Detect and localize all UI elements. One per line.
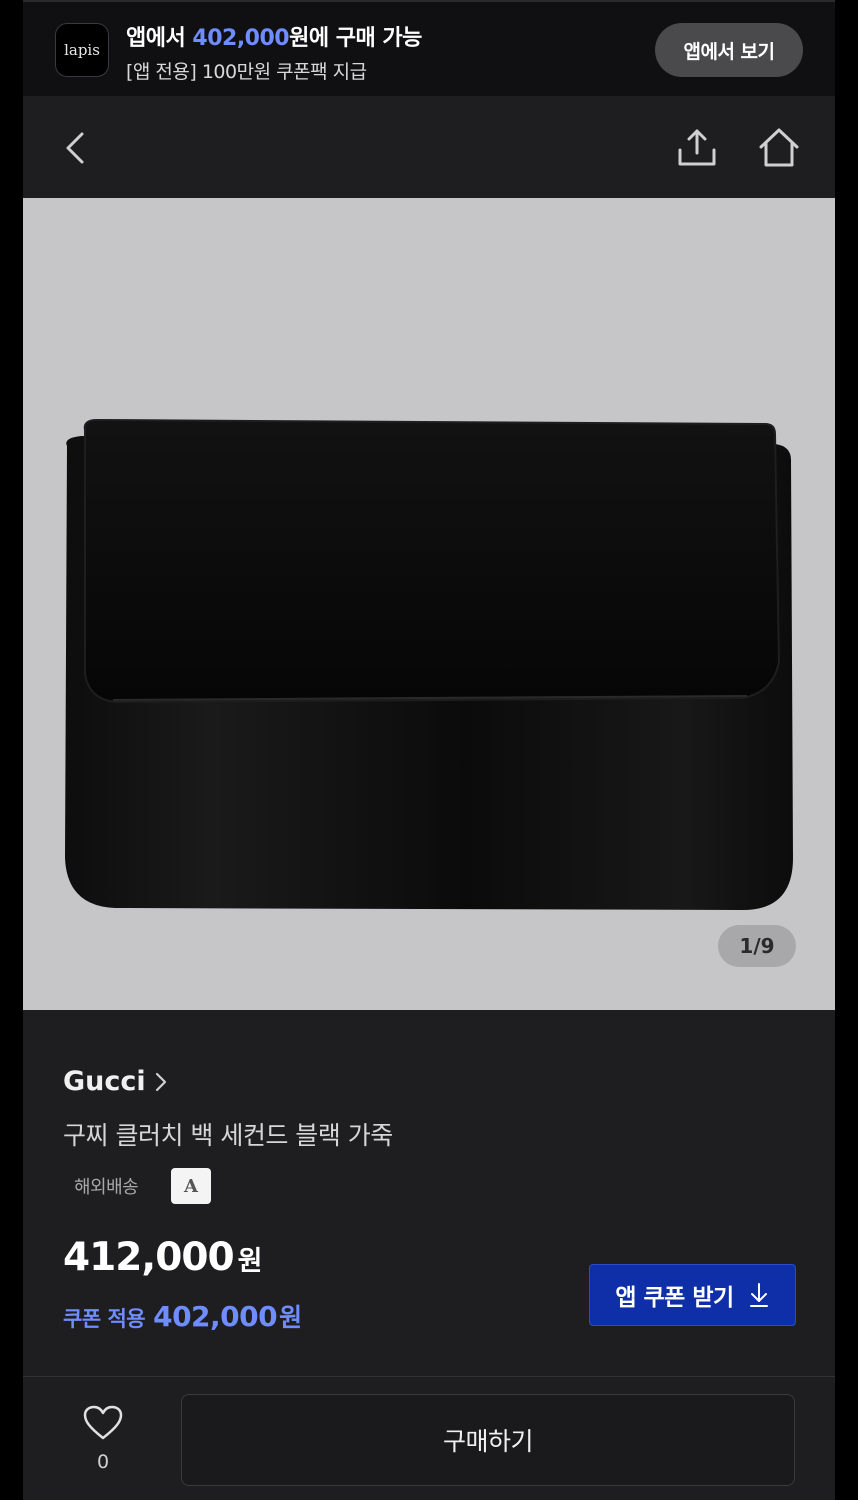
banner-title-price: 402,000 [192,26,290,51]
bottom-action-bar: 0 구매하기 [23,1376,835,1500]
shipping-type-label: 해외배송 [74,1177,139,1198]
heart-icon [83,1405,123,1440]
share-icon[interactable] [675,126,719,170]
like-count: 0 [96,1451,110,1473]
banner-subtitle: [앱 전용] 100만원 쿠폰팩 지급 [126,61,367,83]
price-unit: 원 [237,1246,263,1277]
coupon-price-unit: 원 [279,1303,302,1332]
open-in-app-button[interactable]: 앱에서 보기 [655,23,803,77]
home-icon[interactable] [757,126,801,170]
brand-link[interactable]: Gucci [63,1066,170,1097]
coupon-label: 쿠폰 적용 [63,1307,146,1331]
coupon-button-label: 앱 쿠폰 받기 [615,1285,734,1311]
buy-button[interactable]: 구매하기 [181,1394,795,1486]
chevron-right-icon [155,1072,166,1091]
coupon-price: 쿠폰 적용 402,000 원 [63,1298,302,1334]
download-icon [749,1283,768,1307]
app-frame: lapis 앱에서 402,000원에 구매 가능 [앱 전용] 100만원 쿠… [23,0,835,1500]
app-promo-banner[interactable]: lapis 앱에서 402,000원에 구매 가능 [앱 전용] 100만원 쿠… [23,0,835,96]
product-info-section: Gucci 구찌 클러치 백 세컨드 블랙 가죽 해외배송 A 412,000 원… [23,1010,835,1376]
coupon-price-amount: 402,000 [153,1300,278,1333]
brand-name: Gucci [63,1066,146,1097]
top-nav-bar [23,96,835,198]
price-amount: 412,000 [63,1235,235,1280]
product-title: 구찌 클러치 백 세컨드 블랙 가죽 [63,1121,393,1150]
like-button[interactable]: 0 [81,1405,125,1485]
app-logo: lapis [55,23,109,77]
get-app-coupon-button[interactable]: 앱 쿠폰 받기 [589,1264,796,1326]
product-image-clutch [23,198,835,1010]
banner-title: 앱에서 402,000원에 구매 가능 [126,20,422,52]
banner-title-suffix: 원에 구매 가능 [289,26,422,51]
product-image-gallery[interactable]: 1/9 [23,198,835,1010]
condition-grade-badge: A [171,1168,211,1204]
banner-title-prefix: 앱에서 [126,26,193,51]
product-price: 412,000 원 [63,1235,263,1280]
image-pager-indicator: 1/9 [718,925,796,967]
chevron-left-icon[interactable] [55,126,99,170]
